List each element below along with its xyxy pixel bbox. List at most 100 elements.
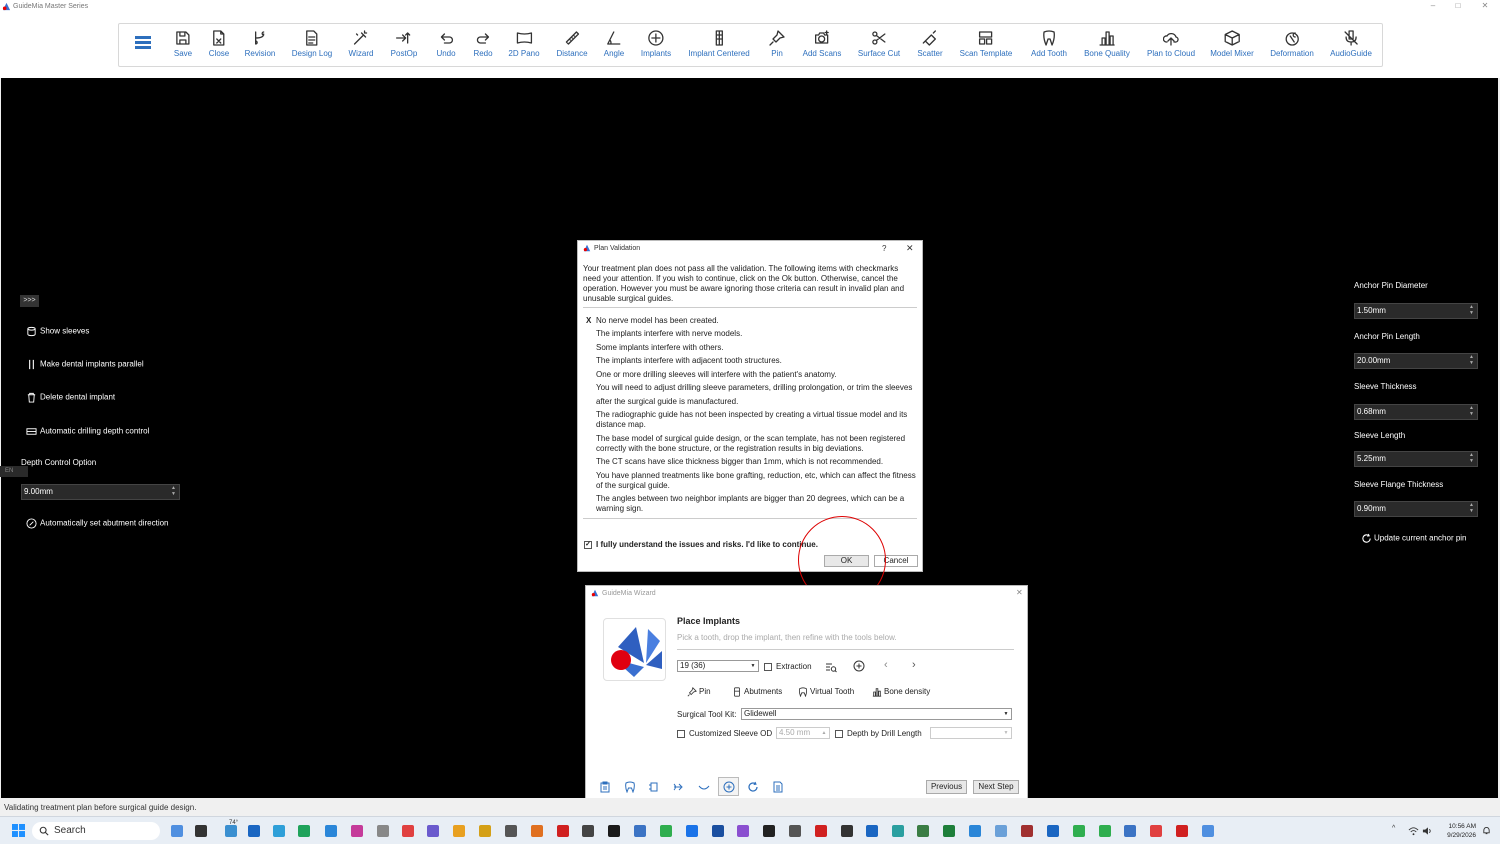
zoom-list-icon[interactable] [825, 661, 837, 673]
toolbar-2d-pano-button[interactable]: 2D Pano [508, 30, 540, 58]
previous-button[interactable]: Previous [926, 780, 967, 794]
extraction-checkbox-row[interactable]: Extraction [764, 662, 812, 671]
toolbar-add-scans-button[interactable]: Add Scans [803, 30, 841, 58]
taskbar-app-icon[interactable] [841, 825, 853, 837]
bone-density-button[interactable]: Bone density [872, 687, 930, 697]
taskbar-app-icon[interactable] [427, 825, 439, 837]
taskbar-app-icon[interactable] [171, 825, 183, 837]
customized-sleeve-row[interactable]: Customized Sleeve OD [677, 729, 772, 738]
pin-button[interactable]: Pin [687, 687, 711, 697]
taskbar-app-icon[interactable] [479, 825, 491, 837]
taskbar-app-icon[interactable] [789, 825, 801, 837]
confirm-checkbox[interactable]: ✓ [584, 540, 592, 549]
toolbar-undo-button[interactable]: Undo [436, 30, 456, 58]
add-implant-icon[interactable] [853, 660, 865, 672]
toolbar-scan-template-button[interactable]: Scan Template [960, 30, 1012, 58]
toolbar-wizard-button[interactable]: Wizard [349, 30, 373, 58]
toolbar-model-mixer-button[interactable]: Model Mixer [1210, 30, 1254, 58]
next-step-button[interactable]: Next Step [973, 780, 1019, 794]
speaker-icon[interactable] [1422, 826, 1433, 836]
sleeve-thickness-spinbox[interactable]: 0.68mm ▲ ▼ [1354, 404, 1478, 420]
wizard-close-button[interactable]: ✕ [1016, 588, 1023, 597]
auto-abutment-button[interactable]: Automatically set abutment direction [26, 518, 169, 529]
taskbar-app-icon[interactable] [195, 825, 207, 837]
taskbar-app-icon[interactable] [866, 825, 878, 837]
taskbar-app-icon[interactable] [1021, 825, 1033, 837]
customized-sleeve-checkbox[interactable] [677, 729, 685, 738]
taskbar-app-icon[interactable] [763, 825, 775, 837]
taskbar-app-icon[interactable] [1073, 825, 1085, 837]
taskbar-app-icon[interactable] [943, 825, 955, 837]
arch-icon[interactable] [698, 781, 710, 793]
taskbar-app-icon[interactable] [248, 825, 260, 837]
taskbar-app-icon[interactable] [557, 825, 569, 837]
depth-by-drill-row[interactable]: Depth by Drill Length [835, 729, 922, 738]
auto-depth-button[interactable]: Automatic drilling depth control [26, 426, 149, 437]
spin-arrows-icon[interactable]: ▲ ▼ [171, 485, 176, 497]
toolbar-design-log-button[interactable]: Design Log [292, 30, 332, 58]
taskbar-app-icon[interactable] [1176, 825, 1188, 837]
help-button[interactable]: ? [882, 244, 886, 253]
plan-validation-close-button[interactable]: ✕ [906, 243, 914, 254]
clipboard-icon[interactable] [599, 781, 611, 793]
toolbar-surface-cut-button[interactable]: Surface Cut [858, 30, 900, 58]
taskbar-app-icon[interactable] [737, 825, 749, 837]
toolbar-postop-button[interactable]: PostOp [391, 30, 417, 58]
taskbar-app-icon[interactable] [531, 825, 543, 837]
sleeve-od-spinbox[interactable]: 4.50 mm ▲ [776, 727, 830, 739]
hamburger-menu-button[interactable] [135, 36, 151, 50]
tooth-select[interactable]: 19 (36) ▼ [677, 660, 759, 672]
taskbar-app-icon[interactable] [225, 825, 237, 837]
abutments-button[interactable]: Abutments [732, 687, 782, 697]
virtual-tooth-button[interactable]: Virtual Tooth [798, 687, 854, 698]
taskbar-app-icon[interactable] [917, 825, 929, 837]
taskbar-app-icon[interactable] [1124, 825, 1136, 837]
extraction-checkbox[interactable] [764, 662, 772, 671]
taskbar-app-icon[interactable] [273, 825, 285, 837]
taskbar-clock[interactable]: 10:56 AM 9/29/2026 [1447, 822, 1476, 840]
toolbar-scatter-button[interactable]: Scatter [917, 30, 943, 58]
toolbar-angle-button[interactable]: Angle [604, 30, 624, 58]
tool-kit-select[interactable]: Glidewell ▼ [741, 708, 1012, 720]
sleeve-length-spinbox[interactable]: 5.25mm ▲ ▼ [1354, 451, 1478, 467]
taskbar-app-icon[interactable] [969, 825, 981, 837]
taskbar-app-icon[interactable] [608, 825, 620, 837]
taskbar-app-icon[interactable] [815, 825, 827, 837]
taskbar-app-icon[interactable] [325, 825, 337, 837]
close-window-button[interactable]: ✕ [1478, 1, 1492, 13]
toolbar-implant-centered-button[interactable]: Implant Centered [688, 30, 750, 58]
spin-arrows-icon[interactable]: ▲ ▼ [1469, 502, 1474, 514]
refresh-icon[interactable] [747, 781, 759, 793]
add-implant-step-icon[interactable] [723, 781, 735, 793]
toolbar-pin-button[interactable]: Pin [769, 30, 785, 58]
toolbar-implants-button[interactable]: Implants [641, 30, 671, 58]
toolbar-plan-to-cloud-button[interactable]: Plan to Cloud [1147, 30, 1195, 58]
taskbar-app-icon[interactable] [712, 825, 724, 837]
taskbar-app-icon[interactable] [453, 825, 465, 837]
taskbar-app-icon[interactable] [402, 825, 414, 837]
confirm-checkbox-row[interactable]: ✓ I fully understand the issues and risks… [584, 540, 818, 549]
update-anchor-pin-button[interactable]: Update current anchor pin [1361, 533, 1467, 544]
minimize-button[interactable]: – [1426, 1, 1440, 13]
toolbar-bone-quality-button[interactable]: Bone Quality [1084, 30, 1130, 58]
windows-start-icon[interactable] [12, 824, 25, 837]
make-parallel-button[interactable]: Make dental implants parallel [26, 359, 144, 370]
drill-length-select[interactable]: ▼ [930, 727, 1012, 739]
taskbar-app-icon[interactable] [1150, 825, 1162, 837]
expand-panel-button[interactable]: >>> [20, 295, 39, 307]
spin-arrows-icon[interactable]: ▲ ▼ [1469, 304, 1474, 316]
taskbar-app-icon[interactable] [1202, 825, 1214, 837]
scan-icon[interactable] [648, 781, 660, 793]
taskbar-app-icon[interactable] [582, 825, 594, 837]
anchor-pin-diameter-spinbox[interactable]: 1.50mm ▲ ▼ [1354, 303, 1478, 319]
delete-implant-button[interactable]: Delete dental implant [26, 392, 115, 403]
taskbar-search-box[interactable]: Search [32, 822, 160, 840]
maximize-button[interactable]: □ [1451, 1, 1465, 13]
spin-arrows-icon[interactable]: ▲ ▼ [1469, 354, 1474, 366]
next-tooth-button[interactable]: › [912, 659, 916, 671]
toolbar-audioguide-button[interactable]: AudioGuide [1330, 30, 1372, 58]
toolbar-redo-button[interactable]: Redo [473, 30, 493, 58]
toolbar-revision-button[interactable]: Revision [245, 30, 275, 58]
taskbar-app-icon[interactable] [660, 825, 672, 837]
taskbar-app-icon[interactable] [634, 825, 646, 837]
